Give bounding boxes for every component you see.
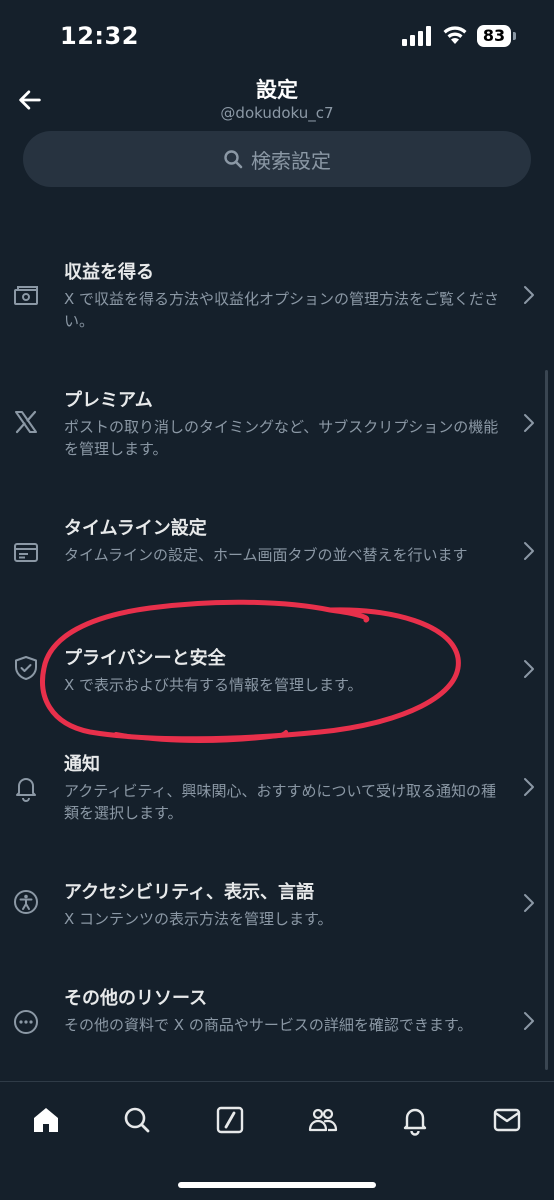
chevron-right-icon <box>522 658 536 680</box>
setting-item-description: X で収益を得る方法や収益化オプションの管理方法をご覧ください。 <box>64 290 500 330</box>
x-logo-icon <box>12 408 40 436</box>
home-indicator-bar[interactable] <box>178 1182 376 1188</box>
shield-icon <box>12 654 40 682</box>
setting-item-description: ポストの取り消しのタイミングなど、サブスクリプションの機能を管理します。 <box>64 418 499 458</box>
setting-item-title: タイムライン設定 <box>64 518 207 539</box>
chevron-right-icon <box>522 776 536 798</box>
battery-nub <box>513 32 516 40</box>
nav-messages-button[interactable] <box>487 1100 527 1140</box>
signal-icon <box>402 26 431 46</box>
setting-item-title: プライバシーと安全 <box>64 648 226 669</box>
grok-icon <box>216 1106 244 1134</box>
status-time: 12:32 <box>60 22 139 50</box>
setting-item-title: 収益を得る <box>64 262 154 283</box>
chevron-right-icon <box>522 540 536 562</box>
nav-notifications-button[interactable] <box>395 1100 435 1140</box>
nav-home-button[interactable] <box>26 1100 66 1140</box>
setting-item-resources[interactable]: その他のリソース その他の資料で X の商品やサービスの詳細を確認できます。 <box>0 984 554 1084</box>
accessibility-icon <box>12 888 40 916</box>
setting-item-privacy[interactable]: プライバシーと安全 X で表示および共有する情報を管理します。 <box>0 644 554 724</box>
page-subtitle: @dokudoku_c7 <box>220 104 334 122</box>
setting-item-title: その他のリソース <box>64 988 208 1009</box>
wifi-icon <box>443 26 467 44</box>
search-icon <box>224 150 243 169</box>
setting-item-timeline[interactable]: タイムライン設定 タイムラインの設定、ホーム画面タブの並べ替えを行います <box>0 514 554 614</box>
nav-search-button[interactable] <box>117 1100 157 1140</box>
chevron-right-icon <box>522 284 536 306</box>
setting-item-description: X で表示および共有する情報を管理します。 <box>64 676 363 694</box>
bell-icon <box>12 774 40 802</box>
nav-grok-button[interactable] <box>210 1100 250 1140</box>
chevron-right-icon <box>522 1010 536 1032</box>
setting-item-premium[interactable]: プレミアム ポストの取り消しのタイミングなど、サブスクリプションの機能を管理しま… <box>0 386 554 486</box>
search-icon <box>124 1107 150 1133</box>
money-icon <box>12 282 40 310</box>
chevron-right-icon <box>522 412 536 434</box>
setting-item-description: タイムラインの設定、ホーム画面タブの並べ替えを行います <box>64 546 468 564</box>
setting-item-description: X コンテンツの表示方法を管理します。 <box>64 910 333 928</box>
setting-item-monetization[interactable]: 収益を得る X で収益を得る方法や収益化オプションの管理方法をご覧ください。 <box>0 258 554 358</box>
setting-item-description: その他の資料で X の商品やサービスの詳細を確認できます。 <box>64 1016 473 1034</box>
search-settings-input[interactable]: 検索設定 <box>23 131 531 187</box>
search-placeholder: 検索設定 <box>251 148 331 173</box>
more-circle-icon <box>12 1008 40 1036</box>
mail-icon <box>493 1108 521 1132</box>
battery-level: 83 <box>482 26 506 45</box>
setting-item-title: 通知 <box>64 754 100 775</box>
communities-icon <box>308 1108 338 1132</box>
setting-item-notifications[interactable]: 通知 アクティビティ、興味関心、おすすめについて受け取る通知の種類を選択します。 <box>0 750 554 850</box>
setting-item-description: アクティビティ、興味関心、おすすめについて受け取る通知の種類を選択します。 <box>64 782 497 822</box>
page-title: 設定 <box>256 78 298 102</box>
setting-item-title: アクセシビリティ、表示、言語 <box>64 882 315 903</box>
chevron-right-icon <box>522 892 536 914</box>
status-bar: 12:32 83 <box>0 0 554 72</box>
nav-communities-button[interactable] <box>303 1100 343 1140</box>
bell-icon <box>403 1108 427 1136</box>
timeline-icon <box>12 538 40 566</box>
home-icon <box>34 1108 58 1132</box>
battery-indicator: 83 <box>477 25 511 47</box>
settings-screen: 12:32 83 設定 @dokudoku_c7 検索設定 収益を得る X で収… <box>0 0 554 1200</box>
setting-item-title: プレミアム <box>64 390 153 411</box>
setting-item-accessibility[interactable]: アクセシビリティ、表示、言語 X コンテンツの表示方法を管理します。 <box>0 878 554 958</box>
